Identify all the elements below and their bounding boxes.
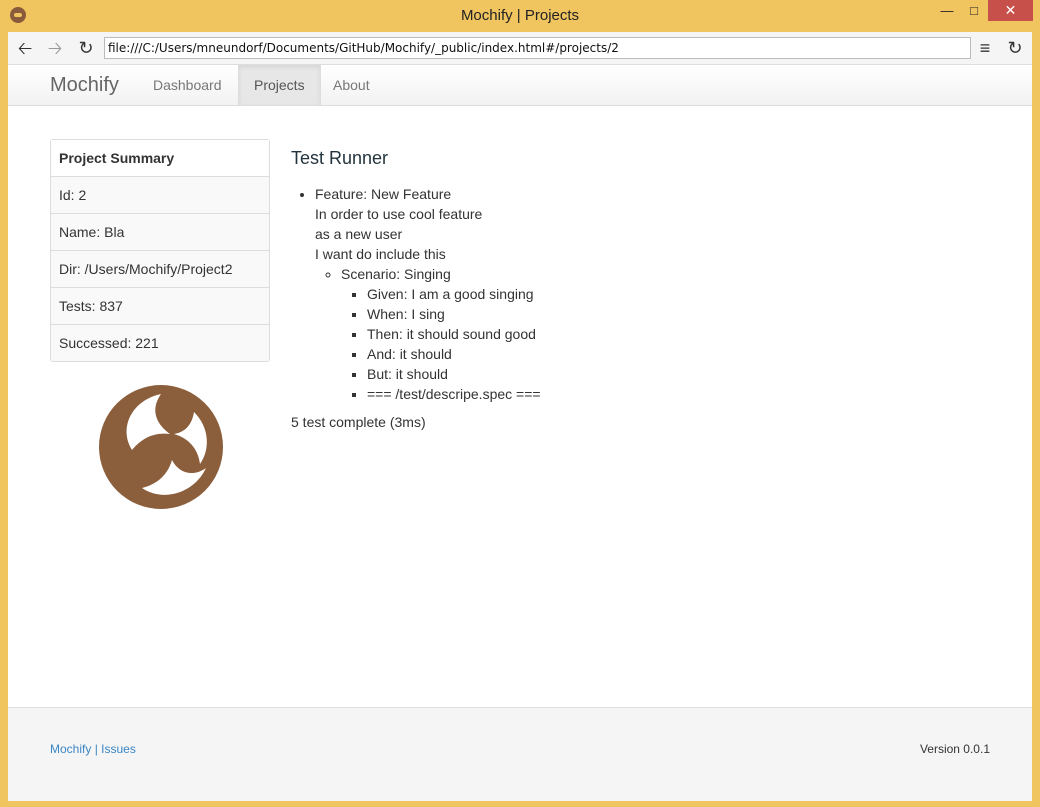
step-item: Given: I am a good singing [367,284,541,304]
summary-title: Project Summary [51,140,269,176]
step-item: And: it should [367,344,541,364]
close-button[interactable]: ✕ [988,0,1033,21]
top-navbar: Mochify Dashboard Projects About [8,65,1032,106]
window-title: Mochify | Projects [460,7,580,24]
summary-tests: Tests: 837 [51,287,269,324]
address-bar: 🡠 🡢 ↻ file:///C:/Users/mneundorf/Documen… [8,32,1032,65]
step-item: === /test/descripe.spec === [367,384,541,404]
feature-line: I want do include this [315,246,446,262]
reload-icon[interactable]: ↻ [75,37,97,59]
feature-line: as a new user [315,226,403,242]
nav-dashboard[interactable]: Dashboard [138,65,237,105]
summary-name: Name: Bla [51,213,269,250]
test-runner-title: Test Runner [291,148,389,168]
version-label: Version 0.0.1 [919,742,990,756]
brand-link[interactable]: Mochify [50,74,119,97]
summary-dir: Dir: /Users/Mochify/Project2 [51,250,269,287]
test-result-summary: 5 test complete (3ms) [291,414,426,430]
footer-separator: | [94,742,98,756]
issues-link[interactable]: Issues [101,742,136,756]
url-input[interactable]: file:///C:/Users/mneundorf/Documents/Git… [104,37,971,59]
step-item: When: I sing [367,304,541,324]
nav-about[interactable]: About [318,65,385,105]
refresh-icon[interactable]: ↻ [1004,37,1026,59]
menu-icon[interactable]: ≡ [974,37,996,59]
forward-arrow-icon[interactable]: 🡢 [44,37,66,59]
project-summary-panel: Project Summary Id: 2 Name: Bla Dir: /Us… [50,139,270,362]
feature-line: In order to use cool feature [315,206,483,222]
window-titlebar: Mochify | Projects — □ ✕ [0,0,1040,32]
minimize-button[interactable]: — [934,0,960,21]
feature-line: Feature: New Feature [315,186,452,202]
feature-item: Feature: New Feature In order to use coo… [315,184,541,404]
page-footer: Mochify | Issues Version 0.0.1 [8,707,1032,801]
browser-window: 🡠 🡢 ↻ file:///C:/Users/mneundorf/Documen… [8,32,1032,801]
summary-id: Id: 2 [51,176,269,213]
scenario-label: Scenario: Singing [341,266,451,282]
maximize-button[interactable]: □ [960,0,988,21]
back-arrow-icon[interactable]: 🡠 [14,37,36,59]
mochify-logo-icon [99,385,223,509]
step-item: But: it should [367,364,541,384]
mochify-link[interactable]: Mochify [50,742,91,756]
nav-projects[interactable]: Projects [238,65,321,105]
scenario-item: Scenario: Singing Given: I am a good sin… [341,264,541,404]
footer-links: Mochify | Issues [50,742,136,756]
summary-successed: Successed: 221 [51,324,269,361]
step-item: Then: it should sound good [367,324,541,344]
test-runner-output: Feature: New Feature In order to use coo… [291,184,541,404]
